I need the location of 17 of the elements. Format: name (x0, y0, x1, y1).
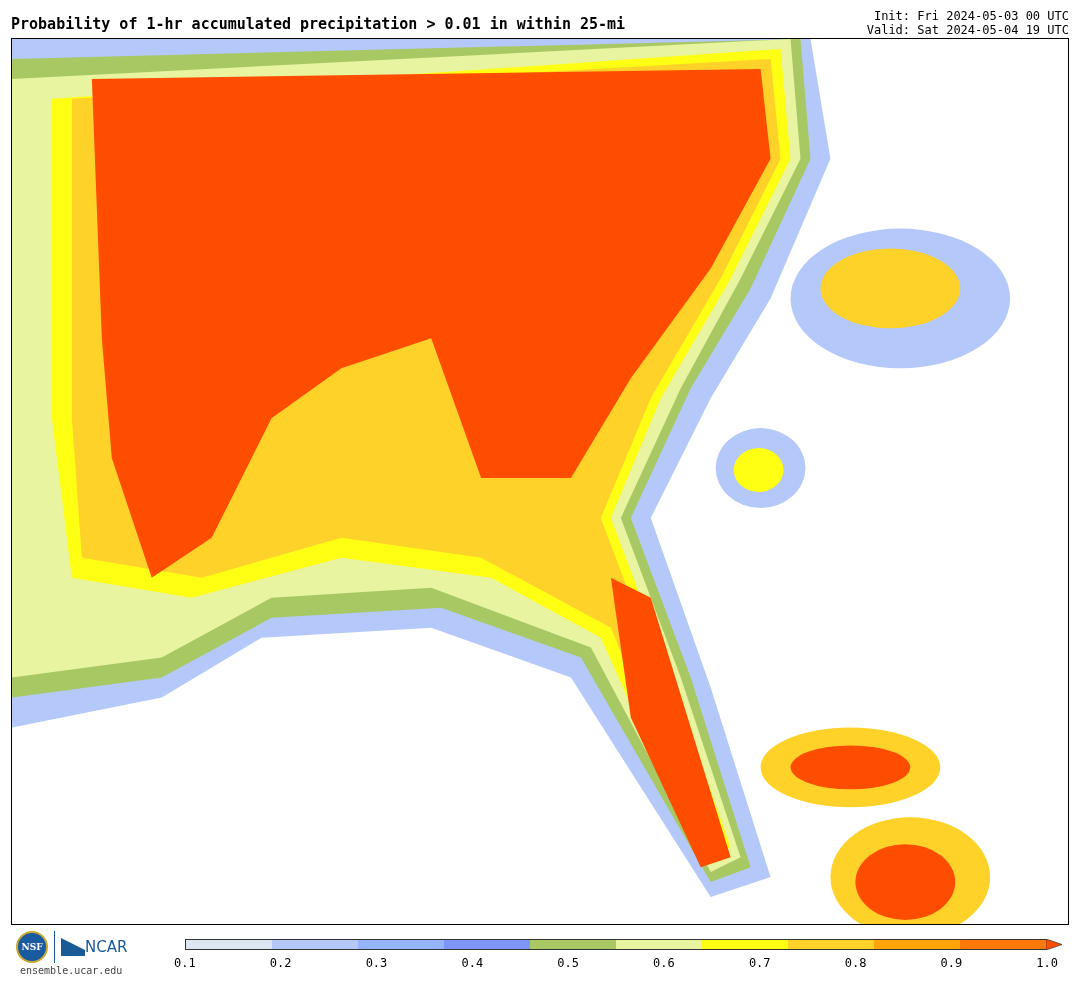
ncar-mark-icon (61, 938, 85, 956)
tick-label: 0.9 (940, 956, 963, 970)
tick-label: 0.1 (174, 956, 196, 970)
tick-label: 0.2 (269, 956, 292, 970)
tick-label: 0.5 (557, 956, 579, 970)
ncar-logo: NCAR (85, 938, 128, 956)
tick-label: 0.6 (653, 956, 675, 970)
init-time: Init: Fri 2024-05-03 00 UTC (872, 9, 1069, 23)
nsf-logo: NSF (16, 931, 48, 963)
tick-label: 0.3 (365, 956, 388, 970)
tick-label: 0.7 (748, 956, 771, 970)
valid-time: Valid: Sat 2024-05-04 19 UTC (866, 23, 1069, 37)
tick-label: 1.0 (1036, 956, 1058, 970)
tick-label: 0.4 (461, 956, 484, 970)
site-url: ensemble.ucar.edu (19, 965, 123, 976)
tick-label: 0.8 (844, 956, 867, 970)
plot-title: Probability of 1-hr accumulated precipitation > 0.01 in within 25-mi (11, 15, 626, 35)
